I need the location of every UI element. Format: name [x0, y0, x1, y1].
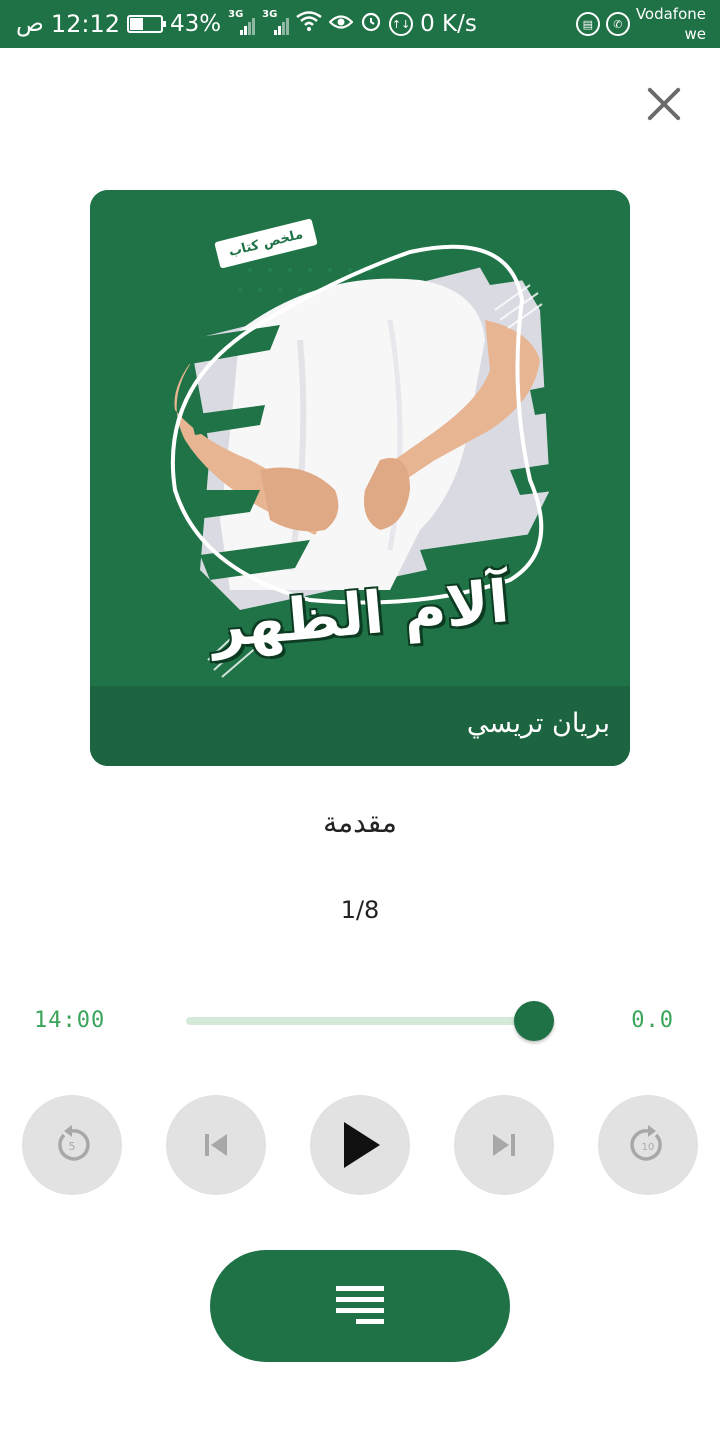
carrier-line-2: we [684, 25, 707, 43]
forward-10-icon: 10 [630, 1125, 662, 1161]
battery-icon [126, 15, 166, 33]
cover-illustration [90, 190, 630, 766]
battery-percent: 43% [169, 11, 222, 37]
chapter-title: مقدمة [323, 806, 397, 839]
seek-bar[interactable] [186, 1001, 554, 1041]
play-button[interactable] [310, 1095, 410, 1195]
previous-button[interactable] [166, 1095, 266, 1195]
forward-button[interactable]: 10 [598, 1095, 698, 1195]
carrier-name: Vodafone we [636, 4, 706, 44]
network-speed: 0 K/s [420, 11, 477, 37]
whatsapp-icon: ✆ [605, 12, 630, 36]
clock: 12:12 [50, 10, 120, 38]
data-saver-icon: ↑↓ [389, 12, 414, 36]
author-bar: بريان تريسي [90, 686, 630, 766]
skip-next-icon [493, 1134, 515, 1156]
network-type: 3G [228, 9, 244, 20]
play-icon [344, 1122, 380, 1168]
skip-previous-icon [205, 1134, 227, 1156]
network-type-2: 3G [262, 9, 278, 20]
book-cover: ملخص كتاب آلام الظهر بريان تريسي [90, 190, 630, 766]
status-left: ص 12:12 43% 3G 3G ↑↓ 0 K/s [16, 8, 477, 40]
sim-icon: ▤ [575, 12, 600, 36]
status-right: ▤ ✆ Vodafone we [575, 4, 706, 44]
close-icon[interactable] [638, 78, 690, 130]
total-time: 14:00 [34, 1008, 106, 1033]
rewind-5-icon: 5 [58, 1125, 90, 1161]
seek-thumb[interactable] [514, 1001, 554, 1041]
status-bar: ص 12:12 43% 3G 3G ↑↓ 0 K/s ▤ ✆ Vodafone … [0, 0, 720, 48]
carrier-line-1: Vodafone [635, 5, 706, 23]
signal-icon: 3G [228, 9, 256, 35]
alarm-icon [360, 10, 382, 38]
rewind-seconds-label: 5 [69, 1140, 76, 1153]
signal-icon-2: 3G [262, 9, 290, 35]
chapters-list-icon [336, 1286, 384, 1324]
author-name: بريان تريسي [466, 708, 610, 739]
wifi-icon [296, 11, 322, 37]
chapter-count: 1/8 [340, 896, 380, 924]
rewind-button[interactable]: 5 [22, 1095, 122, 1195]
current-time: 0.0 [631, 1008, 674, 1033]
chapters-button[interactable] [210, 1250, 510, 1362]
am-pm-indicator: ص [16, 11, 44, 37]
eye-icon [328, 11, 354, 37]
next-button[interactable] [454, 1095, 554, 1195]
forward-seconds-label: 10 [642, 1142, 655, 1153]
